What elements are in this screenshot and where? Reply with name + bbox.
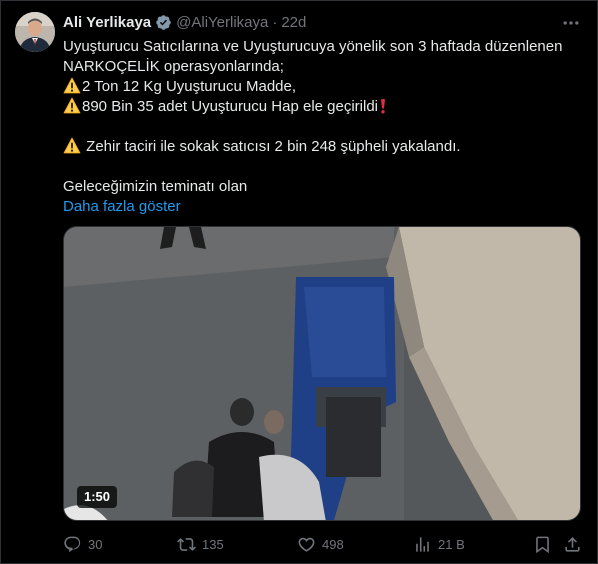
reply-button[interactable]: 30 <box>63 533 102 555</box>
tweet-line: Uyuşturucu Satıcılarına ve Uyuşturucuya … <box>63 38 563 55</box>
warning-emoji-icon <box>63 77 81 94</box>
share-button[interactable] <box>563 533 588 555</box>
user-handle[interactable]: @AliYerlikaya <box>176 14 268 31</box>
views-button[interactable]: 21 B <box>413 533 465 555</box>
avatar[interactable] <box>15 12 55 52</box>
bookmark-icon <box>536 536 549 553</box>
tweet-line: 2 Ton 12 Kg Uyuşturucu Madde, <box>63 77 583 97</box>
separator-dot: · <box>272 13 278 31</box>
video-thumbnail <box>64 227 580 520</box>
repost-count: 135 <box>202 536 224 552</box>
tweet-line-text: Zehir taciri ile sokak satıcısı 2 bin 24… <box>86 138 461 155</box>
views-chart-icon <box>416 536 429 552</box>
video-duration: 1:50 <box>77 486 118 508</box>
tweet-line: Zehir taciri ile sokak satıcısı 2 bin 24… <box>63 137 583 157</box>
like-button[interactable]: 498 <box>297 533 344 555</box>
views-count: 21 B <box>438 536 465 552</box>
video-player[interactable]: 1:50 <box>63 226 581 521</box>
share-icon <box>565 536 580 552</box>
reply-icon <box>64 536 81 552</box>
tweet-header: Ali Yerlikaya @AliYerlikaya · 22d <box>63 12 583 32</box>
verified-badge-icon <box>155 14 172 31</box>
repost-icon <box>177 537 196 551</box>
bookmark-button[interactable] <box>533 533 558 555</box>
tweet-text: Uyuşturucu Satıcılarına ve Uyuşturucuya … <box>63 37 583 217</box>
tweet-card[interactable]: Ali Yerlikaya @AliYerlikaya · 22d Uyuştu… <box>0 0 598 564</box>
tweet-time[interactable]: 22d <box>281 14 306 31</box>
reply-count: 30 <box>88 536 103 552</box>
tweet-line-text: 890 Bin 35 adet Uyuşturucu Hap ele geçir… <box>82 98 379 115</box>
warning-emoji-icon <box>63 137 81 154</box>
show-more-link[interactable]: Daha fazla göster <box>63 197 583 217</box>
action-bar: 30 135 498 21 B <box>63 533 583 555</box>
heart-icon <box>298 537 315 552</box>
tweet-line: 890 Bin 35 adet Uyuşturucu Hap ele geçir… <box>63 97 583 117</box>
user-name[interactable]: Ali Yerlikaya <box>63 14 151 31</box>
like-count: 498 <box>322 536 344 552</box>
tweet-line: Geleceğimizin teminatı olan <box>63 178 248 195</box>
warning-emoji-icon <box>63 97 81 114</box>
red-exclamation-emoji-icon <box>378 98 388 114</box>
tweet-line-text: 2 Ton 12 Kg Uyuşturucu Madde, <box>82 78 297 95</box>
tweet-line: NARKOÇELİK operasyonlarında; <box>63 58 284 75</box>
more-options-icon[interactable] <box>561 13 581 33</box>
repost-button[interactable]: 135 <box>177 533 224 555</box>
